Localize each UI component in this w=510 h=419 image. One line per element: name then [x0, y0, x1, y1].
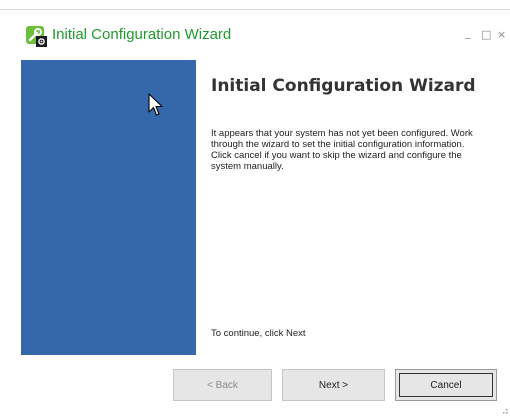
back-button-label: < Back — [207, 379, 238, 391]
wizard-continue-hint: To continue, click Next — [211, 328, 306, 339]
next-button-label: Next > — [318, 379, 349, 391]
minimize-button[interactable]: _ — [465, 26, 471, 39]
back-button[interactable]: < Back — [173, 369, 272, 401]
cancel-button[interactable]: Cancel — [395, 369, 497, 401]
close-button[interactable]: × — [497, 28, 506, 41]
wrench-gear-icon — [25, 25, 47, 47]
window-title: Initial Configuration Wizard — [52, 26, 232, 43]
wizard-button-bar: < Back Next > Cancel — [0, 355, 510, 415]
maximize-button[interactable]: □ — [481, 28, 491, 41]
next-button[interactable]: Next > — [282, 369, 385, 401]
focus-ring — [399, 373, 493, 397]
window-top-border — [0, 9, 510, 10]
configuration-wizard-window: Initial Configuration Wizard _ □ × Initi… — [0, 0, 510, 415]
mouse-pointer-icon — [148, 93, 164, 121]
wizard-description: It appears that your system has not yet … — [211, 128, 473, 172]
wizard-page: Initial Configuration Wizard It appears … — [21, 60, 496, 355]
wizard-heading: Initial Configuration Wizard — [211, 76, 476, 96]
resize-grip-icon[interactable] — [499, 400, 509, 414]
wizard-sidebar — [21, 60, 196, 355]
title-bar[interactable]: Initial Configuration Wizard _ □ × — [0, 22, 510, 52]
